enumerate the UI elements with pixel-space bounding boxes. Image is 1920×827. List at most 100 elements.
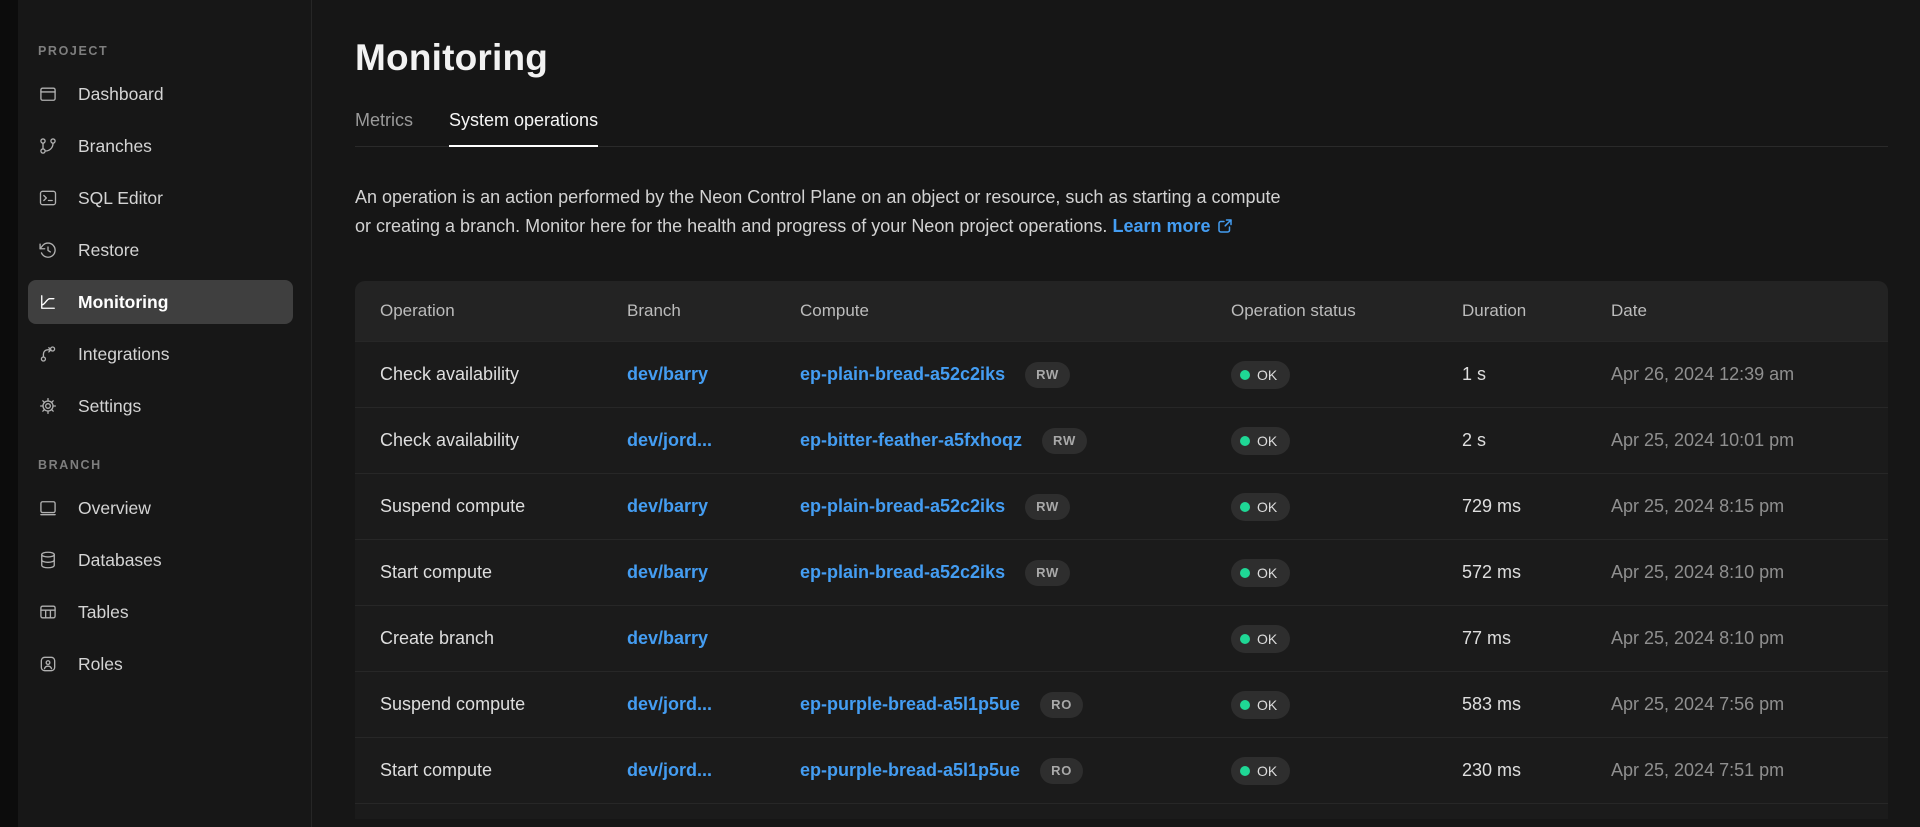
date-cell: Apr 26, 2024 12:39 am [1611, 364, 1888, 385]
table-row: Create branch dev/barry OK 77 ms Apr 25,… [355, 605, 1888, 671]
compute-cell: ep-plain-bread-a52c2iks RW [800, 362, 1231, 388]
branch-cell: dev/jord... [627, 694, 800, 715]
compute-link[interactable]: ep-purple-bread-a5l1p5ue [800, 760, 1020, 781]
status-badge: OK [1231, 427, 1290, 455]
branch-link[interactable]: dev/jord... [627, 760, 712, 780]
sidebar-item-label: Integrations [78, 344, 169, 365]
sidebar-item-label: SQL Editor [78, 188, 163, 209]
learn-more-link[interactable]: Learn more [1112, 216, 1210, 236]
sidebar-section-items: Overview Databases Tables Roles [28, 486, 293, 686]
branch-link[interactable]: dev/jord... [627, 694, 712, 714]
status-cell: OK [1231, 361, 1462, 389]
date-cell: Apr 25, 2024 8:15 pm [1611, 496, 1888, 517]
status-dot-icon [1240, 766, 1250, 776]
compute-mode-badge: RW [1025, 494, 1070, 520]
branch-cell: dev/jord... [627, 430, 800, 451]
duration-cell: 230 ms [1462, 760, 1611, 781]
branch-link[interactable]: dev/jord... [627, 430, 712, 450]
sidebar-item-label: Overview [78, 498, 151, 519]
branch-cell: dev/barry [627, 562, 800, 583]
sidebar-item-branches[interactable]: Branches [28, 124, 293, 168]
status-label: OK [1257, 697, 1277, 713]
table-row: Check availability dev/jord... ep-bitter… [355, 407, 1888, 473]
sidebar-item-restore[interactable]: Restore [28, 228, 293, 272]
duration-cell: 572 ms [1462, 562, 1611, 583]
status-badge: OK [1231, 493, 1290, 521]
status-label: OK [1257, 565, 1277, 581]
monitoring-icon [38, 292, 58, 312]
operations-table: Operation Branch Compute Operation statu… [355, 281, 1888, 819]
status-badge: OK [1231, 757, 1290, 785]
compute-cell: ep-bitter-feather-a5fxhoqz RW [800, 428, 1231, 454]
table-body: Check availability dev/barry ep-plain-br… [355, 341, 1888, 819]
compute-cell: ep-plain-bread-a52c2iks RW [800, 560, 1231, 586]
branch-link[interactable]: dev/barry [627, 364, 708, 384]
date-cell: Apr 25, 2024 10:01 pm [1611, 430, 1888, 451]
branch-cell: dev/barry [627, 628, 800, 649]
compute-link[interactable]: ep-plain-bread-a52c2iks [800, 562, 1005, 583]
operation-cell: Check availability [355, 364, 627, 385]
status-dot-icon [1240, 502, 1250, 512]
status-badge: OK [1231, 361, 1290, 389]
status-label: OK [1257, 367, 1277, 383]
sidebar-item-integrations[interactable]: Integrations [28, 332, 293, 376]
status-cell: OK [1231, 625, 1462, 653]
sidebar-item-sql-editor[interactable]: SQL Editor [28, 176, 293, 220]
sidebar-section-items: Dashboard Branches SQL Editor Restore Mo… [28, 72, 293, 428]
compute-mode-badge: RO [1040, 758, 1083, 784]
dashboard-icon [38, 84, 58, 104]
compute-link[interactable]: ep-plain-bread-a52c2iks [800, 496, 1005, 517]
date-cell: Apr 25, 2024 8:10 pm [1611, 562, 1888, 583]
tab-metrics[interactable]: Metrics [355, 110, 413, 146]
status-dot-icon [1240, 634, 1250, 644]
sql-editor-icon [38, 188, 58, 208]
status-dot-icon [1240, 370, 1250, 380]
main-content: Monitoring Metrics System operations An … [312, 0, 1920, 827]
status-cell: OK [1231, 559, 1462, 587]
sidebar-section: BRANCH Overview Databases Tables Roles [28, 458, 293, 686]
left-rail [0, 0, 18, 827]
status-dot-icon [1240, 568, 1250, 578]
sidebar-item-databases[interactable]: Databases [28, 538, 293, 582]
sidebar-item-label: Databases [78, 550, 162, 571]
sidebar-item-label: Restore [78, 240, 139, 261]
branch-link[interactable]: dev/barry [627, 628, 708, 648]
roles-icon [38, 654, 58, 674]
sidebar: PROJECT Dashboard Branches SQL Editor Re… [18, 0, 312, 827]
operation-cell: Start compute [355, 760, 627, 781]
compute-link[interactable]: ep-purple-bread-a5l1p5ue [800, 694, 1020, 715]
column-header-compute: Compute [800, 301, 1231, 321]
sidebar-item-settings[interactable]: Settings [28, 384, 293, 428]
status-label: OK [1257, 433, 1277, 449]
compute-link[interactable]: ep-bitter-feather-a5fxhoqz [800, 430, 1022, 451]
operation-cell: Check availability [355, 430, 627, 451]
duration-cell: 729 ms [1462, 496, 1611, 517]
date-cell: Apr 25, 2024 7:51 pm [1611, 760, 1888, 781]
date-cell: Apr 25, 2024 8:10 pm [1611, 628, 1888, 649]
sidebar-item-overview[interactable]: Overview [28, 486, 293, 530]
sidebar-item-roles[interactable]: Roles [28, 642, 293, 686]
status-cell: OK [1231, 757, 1462, 785]
column-header-branch: Branch [627, 301, 800, 321]
compute-mode-badge: RW [1042, 428, 1087, 454]
overview-icon [38, 498, 58, 518]
duration-cell: 1 s [1462, 364, 1611, 385]
sidebar-item-dashboard[interactable]: Dashboard [28, 72, 293, 116]
status-label: OK [1257, 499, 1277, 515]
branch-link[interactable]: dev/barry [627, 562, 708, 582]
compute-link[interactable]: ep-plain-bread-a52c2iks [800, 364, 1005, 385]
compute-mode-badge: RW [1025, 560, 1070, 586]
compute-cell: ep-purple-bread-a5l1p5ue RO [800, 758, 1231, 784]
column-header-operation: Operation [355, 301, 627, 321]
status-dot-icon [1240, 700, 1250, 710]
branch-link[interactable]: dev/barry [627, 496, 708, 516]
sidebar-item-monitoring[interactable]: Monitoring [28, 280, 293, 324]
operation-cell: Start compute [355, 562, 627, 583]
branch-cell: dev/jord... [627, 760, 800, 781]
sidebar-item-tables[interactable]: Tables [28, 590, 293, 634]
sidebar-item-label: Roles [78, 654, 123, 675]
sidebar-item-label: Settings [78, 396, 141, 417]
tab-system-operations[interactable]: System operations [449, 110, 598, 146]
compute-cell: ep-plain-bread-a52c2iks RW [800, 494, 1231, 520]
duration-cell: 2 s [1462, 430, 1611, 451]
